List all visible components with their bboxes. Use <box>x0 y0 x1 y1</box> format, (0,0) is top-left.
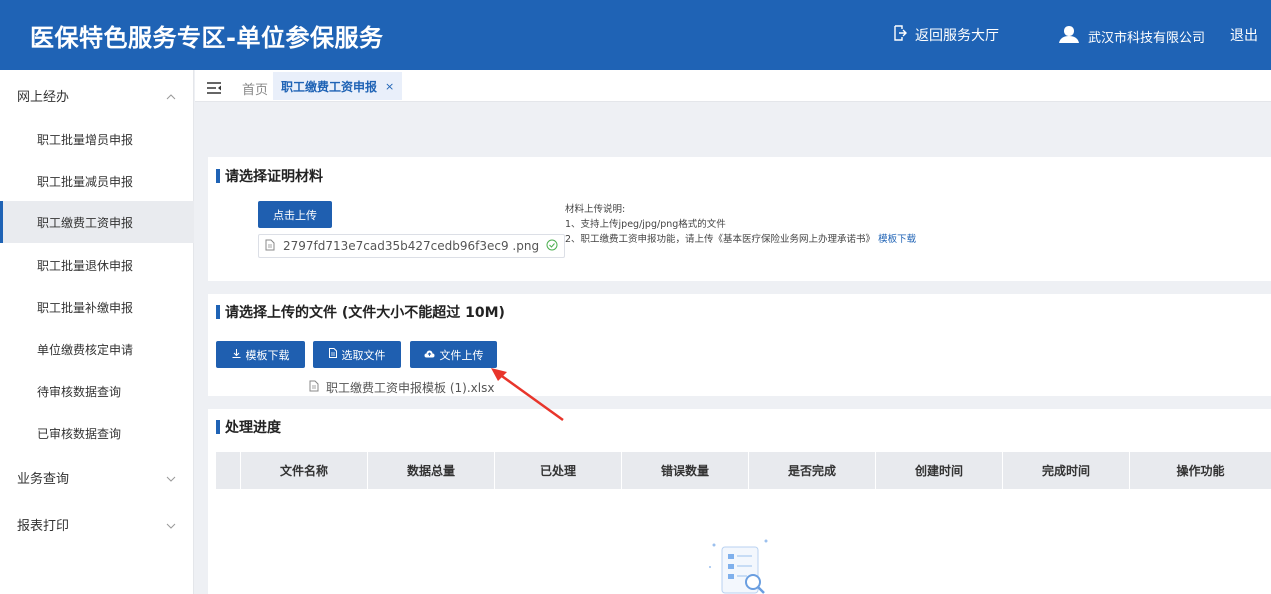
template-download-link[interactable]: 模板下载 <box>878 234 916 245</box>
sidebar-item-label: 职工批量增员申报 <box>37 132 134 147</box>
column-header-total: 数据总量 <box>368 452 495 489</box>
instructions-line-2-text: 2、职工缴费工资申报功能，请上传《基本医疗保险业务网上办理承诺书》 <box>565 234 876 245</box>
file-upload-panel: 请选择上传的文件 (文件大小不能超过 10M) 模板下载 选取文件 文件上传 职… <box>208 294 1271 396</box>
column-header-errors: 错误数量 <box>622 452 749 489</box>
app-header: 医保特色服务专区-单位参保服务 返回服务大厅 武汉市科技有限公司 退出 <box>0 0 1271 70</box>
document-icon <box>328 348 337 361</box>
sidebar: 网上经办 职工批量增员申报 职工批量减员申报 职工缴费工资申报 职工批量退休申报… <box>0 70 194 594</box>
progress-panel-title: 处理进度 <box>216 417 281 437</box>
button-label: 模板下载 <box>245 348 290 362</box>
sidebar-group-label: 网上经办 <box>17 89 70 105</box>
selected-upload-file[interactable]: 职工缴费工资申报模板 (1).xlsx <box>309 379 494 396</box>
upload-instructions: 材料上传说明: 1、支持上传jpeg/jpg/png格式的文件 2、职工缴费工资… <box>565 202 916 247</box>
annotation-arrow-icon <box>491 368 564 422</box>
sidebar-item-label: 职工批量减员申报 <box>37 174 134 189</box>
sidebar-group-label: 业务查询 <box>17 471 70 487</box>
file-upload-button[interactable]: 文件上传 <box>410 341 497 368</box>
selected-file-name: 职工缴费工资申报模板 (1).xlsx <box>326 381 495 395</box>
button-label: 文件上传 <box>439 348 484 362</box>
logout-link[interactable]: 退出 <box>1230 25 1258 45</box>
column-header-completed: 是否完成 <box>749 452 876 489</box>
sidebar-group-online[interactable]: 网上经办 <box>0 72 194 118</box>
sidebar-item-label: 已审核数据查询 <box>37 426 122 441</box>
proof-panel-title: 请选择证明材料 <box>216 166 323 186</box>
click-upload-button[interactable]: 点击上传 <box>258 201 332 228</box>
sidebar-item-label: 单位缴费核定申请 <box>37 342 134 357</box>
empty-data-illustration-icon <box>706 537 776 594</box>
proof-file-name: 2797fd713e7cad35b427cedb96f3ec9 .png <box>283 239 540 253</box>
tab-bar: 首页 职工缴费工资申报 × <box>195 70 1271 102</box>
document-icon <box>265 239 275 254</box>
download-icon <box>232 348 241 361</box>
sidebar-group-query[interactable]: 业务查询 <box>0 454 194 500</box>
progress-panel: 处理进度 文件名称 数据总量 已处理 错误数量 是否完成 创建时间 完成时间 操… <box>208 409 1271 594</box>
sidebar-item-batch-remove[interactable]: 职工批量减员申报 <box>0 160 194 202</box>
panel-title-text: 请选择证明材料 <box>225 169 323 185</box>
column-header-file-name: 文件名称 <box>241 452 368 489</box>
instructions-line-2: 2、职工缴费工资申报功能，请上传《基本医疗保险业务网上办理承诺书》 模板下载 <box>565 232 916 247</box>
column-header-finished-time: 完成时间 <box>1003 452 1130 489</box>
check-circle-icon <box>546 239 558 254</box>
tab-wage-declaration[interactable]: 职工缴费工资申报 × <box>273 72 403 100</box>
company-account[interactable]: 武汉市科技有限公司 <box>1058 25 1205 47</box>
sidebar-group-label: 报表打印 <box>17 518 70 534</box>
panel-title-text: 请选择上传的文件 (文件大小不能超过 10M) <box>225 305 505 321</box>
sidebar-item-label: 职工缴费工资申报 <box>37 215 134 230</box>
sidebar-item-reviewed-query[interactable]: 已审核数据查询 <box>0 412 194 454</box>
tab-home[interactable]: 首页 <box>242 79 268 98</box>
exit-door-icon <box>893 25 907 45</box>
instructions-line-1: 1、支持上传jpeg/jpg/png格式的文件 <box>565 219 726 230</box>
cloud-upload-icon <box>424 348 435 361</box>
upload-panel-title: 请选择上传的文件 (文件大小不能超过 10M) <box>216 302 505 322</box>
uploaded-proof-file[interactable]: 2797fd713e7cad35b427cedb96f3ec9 .png <box>258 234 565 258</box>
company-name: 武汉市科技有限公司 <box>1088 30 1206 46</box>
progress-table-header: 文件名称 数据总量 已处理 错误数量 是否完成 创建时间 完成时间 操作功能 <box>216 452 1271 489</box>
sidebar-group-report[interactable]: 报表打印 <box>0 501 194 547</box>
choose-file-button[interactable]: 选取文件 <box>313 341 401 368</box>
tab-label: 职工缴费工资申报 <box>281 79 378 94</box>
sidebar-item-payment-verify[interactable]: 单位缴费核定申请 <box>0 328 194 370</box>
sidebar-item-batch-supplement[interactable]: 职工批量补缴申报 <box>0 286 194 328</box>
chevron-up-icon <box>166 89 176 104</box>
back-to-hall-link[interactable]: 返回服务大厅 <box>893 25 999 45</box>
column-header-actions: 操作功能 <box>1176 464 1225 478</box>
close-icon[interactable]: × <box>385 80 394 93</box>
template-download-button[interactable]: 模板下载 <box>216 341 305 368</box>
menu-collapse-icon[interactable] <box>207 79 221 98</box>
sidebar-item-batch-retire[interactable]: 职工批量退休申报 <box>0 244 194 286</box>
button-label: 选取文件 <box>341 348 386 362</box>
panel-title-text: 处理进度 <box>225 420 281 436</box>
back-to-hall-label: 返回服务大厅 <box>915 28 999 44</box>
sidebar-item-batch-add[interactable]: 职工批量增员申报 <box>0 118 194 160</box>
sidebar-item-label: 职工批量退休申报 <box>37 258 134 273</box>
proof-materials-panel: 请选择证明材料 点击上传 2797fd713e7cad35b427cedb96f… <box>208 157 1271 281</box>
table-header-blank <box>216 452 241 489</box>
sidebar-item-pending-query[interactable]: 待审核数据查询 <box>0 370 194 412</box>
sidebar-item-wage-declaration[interactable]: 职工缴费工资申报 <box>0 201 194 243</box>
app-title: 医保特色服务专区-单位参保服务 <box>30 24 384 52</box>
button-label: 点击上传 <box>273 208 317 222</box>
sidebar-item-label: 职工批量补缴申报 <box>37 300 134 315</box>
sidebar-item-label: 待审核数据查询 <box>37 384 122 399</box>
chevron-down-icon <box>166 518 176 533</box>
chevron-down-icon <box>166 471 176 486</box>
column-header-created-time: 创建时间 <box>876 452 1003 489</box>
column-header-processed: 已处理 <box>495 452 622 489</box>
instructions-title: 材料上传说明: <box>565 204 626 215</box>
company-avatar-icon <box>1058 25 1080 47</box>
document-icon <box>309 380 319 395</box>
